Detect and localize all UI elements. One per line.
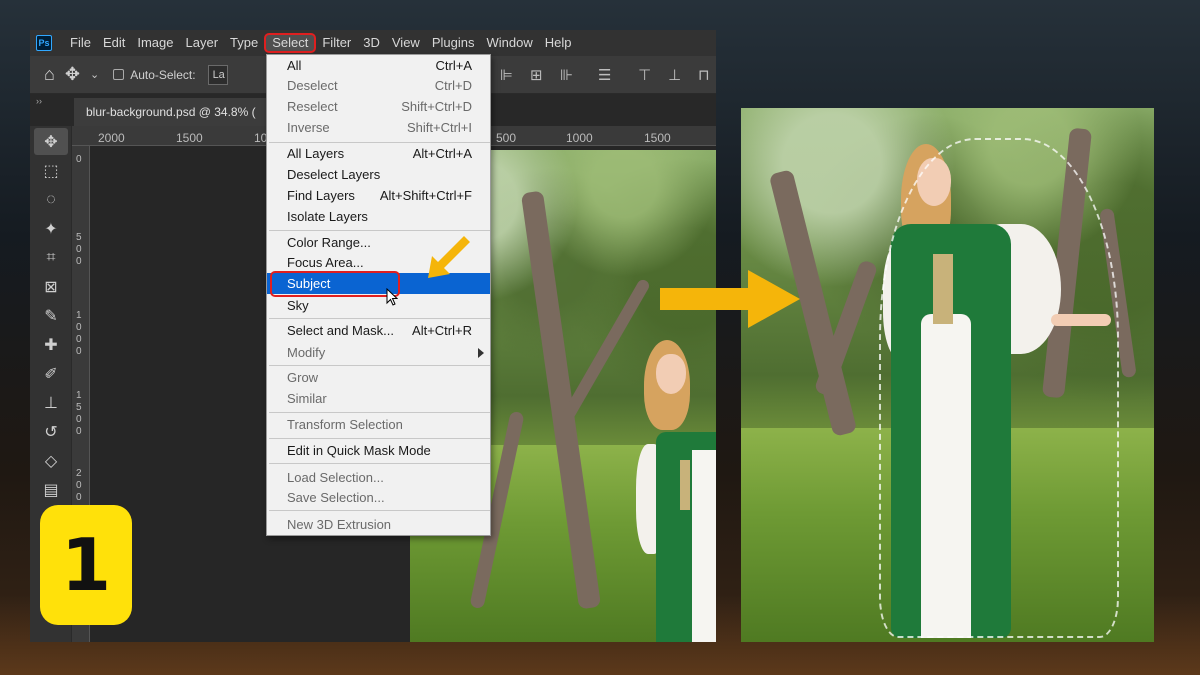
brush-tool-icon[interactable]: ✐ xyxy=(34,360,68,387)
woman-figure-selected xyxy=(861,138,1121,640)
selection-marquee xyxy=(879,138,1119,638)
woman-dress-white xyxy=(692,450,716,642)
ruler-top-label: 1500 xyxy=(644,131,671,145)
home-icon[interactable]: ⌂ xyxy=(44,64,55,85)
chevron-down-icon[interactable]: ⌄ xyxy=(90,68,99,81)
ruler-left-label: 0 xyxy=(76,154,82,165)
frame-tool-icon[interactable]: ⊠ xyxy=(34,273,68,300)
menu-bar: Ps File Edit Image Layer Type Select Fil… xyxy=(30,30,716,56)
eyedropper-tool-icon[interactable]: ✎ xyxy=(34,302,68,329)
menu-option-all[interactable]: All Ctrl+A xyxy=(267,55,490,76)
menu-type[interactable]: Type xyxy=(224,33,264,53)
menu-separator xyxy=(269,463,490,464)
menu-option-inverse[interactable]: Inverse Shift+Ctrl+I xyxy=(267,117,490,138)
auto-select-label: Auto-Select: xyxy=(130,67,196,82)
align-top-icon[interactable]: ⊤ xyxy=(638,66,668,84)
auto-select-target-select[interactable]: La xyxy=(207,64,228,85)
pointer-arrow-icon xyxy=(428,236,470,278)
menu-option-quick-mask[interactable]: Edit in Quick Mask Mode xyxy=(267,440,490,461)
menu-view[interactable]: View xyxy=(386,33,426,53)
ruler-top-label: 2000 xyxy=(98,131,125,145)
history-brush-tool-icon[interactable]: ↺ xyxy=(34,418,68,445)
menu-option-isolate-layers[interactable]: Isolate Layers xyxy=(267,206,490,227)
ruler-top-label: 500 xyxy=(496,131,517,145)
menu-separator xyxy=(269,230,490,231)
menu-separator xyxy=(269,438,490,439)
gradient-tool-icon[interactable]: ▤ xyxy=(34,476,68,503)
menu-select[interactable]: Select xyxy=(264,33,317,53)
menu-file[interactable]: File xyxy=(64,33,97,53)
step-number-badge: 1 xyxy=(40,505,132,625)
align-left-icon[interactable]: ⊫ xyxy=(500,66,530,84)
mouse-cursor-icon xyxy=(386,288,398,306)
submenu-arrow-icon xyxy=(478,348,484,358)
align-right-icon[interactable]: ⊪ xyxy=(560,66,590,84)
woman-face xyxy=(656,354,686,394)
move-icon[interactable]: ✥ xyxy=(65,64,80,85)
ruler-left-label: 500 xyxy=(76,232,82,267)
stamp-tool-icon[interactable]: ⊥ xyxy=(34,389,68,416)
align-center-icon[interactable]: ⊞ xyxy=(530,66,560,84)
align-bottom-icon[interactable]: ⊓ xyxy=(698,66,716,84)
align-middle-icon[interactable]: ⊥ xyxy=(668,66,698,84)
ruler-top-label: 1000 xyxy=(566,131,593,145)
magic-wand-tool-icon[interactable]: ✦ xyxy=(34,215,68,242)
woman-bodice-lacing xyxy=(680,460,690,510)
menu-help[interactable]: Help xyxy=(539,33,578,53)
ruler-top-label: 1500 xyxy=(176,131,203,145)
menu-option-deselect-layers[interactable]: Deselect Layers xyxy=(267,164,490,185)
menu-option-find-layers[interactable]: Find Layers Alt+Shift+Ctrl+F xyxy=(267,185,490,206)
menu-option-transform-selection[interactable]: Transform Selection xyxy=(267,414,490,435)
menu-separator xyxy=(269,510,490,511)
menu-image[interactable]: Image xyxy=(131,33,179,53)
document-tab[interactable]: blur-background.psd @ 34.8% ( xyxy=(74,98,274,126)
healing-brush-tool-icon[interactable]: ✚ xyxy=(34,331,68,358)
menu-filter[interactable]: Filter xyxy=(316,33,357,53)
menu-option-all-layers[interactable]: All Layers Alt+Ctrl+A xyxy=(267,143,490,164)
auto-select-checkbox[interactable] xyxy=(113,69,125,80)
menu-separator xyxy=(269,412,490,413)
menu-layer[interactable]: Layer xyxy=(180,33,225,53)
menu-option-similar[interactable]: Similar xyxy=(267,388,490,409)
ruler-left-label: 1000 xyxy=(76,310,82,357)
marquee-tool-icon[interactable]: ⬚ xyxy=(34,157,68,184)
menu-plugins[interactable]: Plugins xyxy=(426,33,481,53)
menu-window[interactable]: Window xyxy=(480,33,538,53)
move-tool-icon[interactable]: ✥ xyxy=(34,128,68,155)
result-arrow-icon xyxy=(660,270,800,328)
menu-option-load-selection[interactable]: Load Selection... xyxy=(267,467,490,488)
ruler-left-label: 1500 xyxy=(76,390,82,437)
eraser-tool-icon[interactable]: ◇ xyxy=(34,447,68,474)
align-buttons: ⊫ ⊞ ⊪ ☰ ⊤ ⊥ ⊓ xyxy=(500,66,716,84)
menu-option-sky[interactable]: Sky xyxy=(267,295,490,316)
menu-option-new-3d-extrusion[interactable]: New 3D Extrusion xyxy=(267,514,490,535)
woman-figure xyxy=(636,340,716,642)
menu-separator xyxy=(269,365,490,366)
photoshop-logo-icon: Ps xyxy=(36,35,52,51)
distribute-icon[interactable]: ☰ xyxy=(598,66,628,84)
subject-callout-outline xyxy=(270,271,400,297)
menu-edit[interactable]: Edit xyxy=(97,33,131,53)
menu-option-reselect[interactable]: Reselect Shift+Ctrl+D xyxy=(267,96,490,117)
panel-collapse-icon[interactable]: ›› xyxy=(36,96,42,106)
crop-tool-icon[interactable]: ⌗ xyxy=(34,244,68,271)
menu-3d[interactable]: 3D xyxy=(357,33,386,53)
result-photo xyxy=(741,108,1154,642)
menu-option-deselect[interactable]: Deselect Ctrl+D xyxy=(267,75,490,96)
menu-option-select-and-mask[interactable]: Select and Mask... Alt+Ctrl+R xyxy=(267,320,490,341)
lasso-tool-icon[interactable]: ◌ xyxy=(34,186,68,213)
menu-option-modify[interactable]: Modify xyxy=(267,342,490,363)
menu-option-grow[interactable]: Grow xyxy=(267,367,490,388)
menu-option-save-selection[interactable]: Save Selection... xyxy=(267,487,490,508)
menu-separator xyxy=(269,318,490,319)
